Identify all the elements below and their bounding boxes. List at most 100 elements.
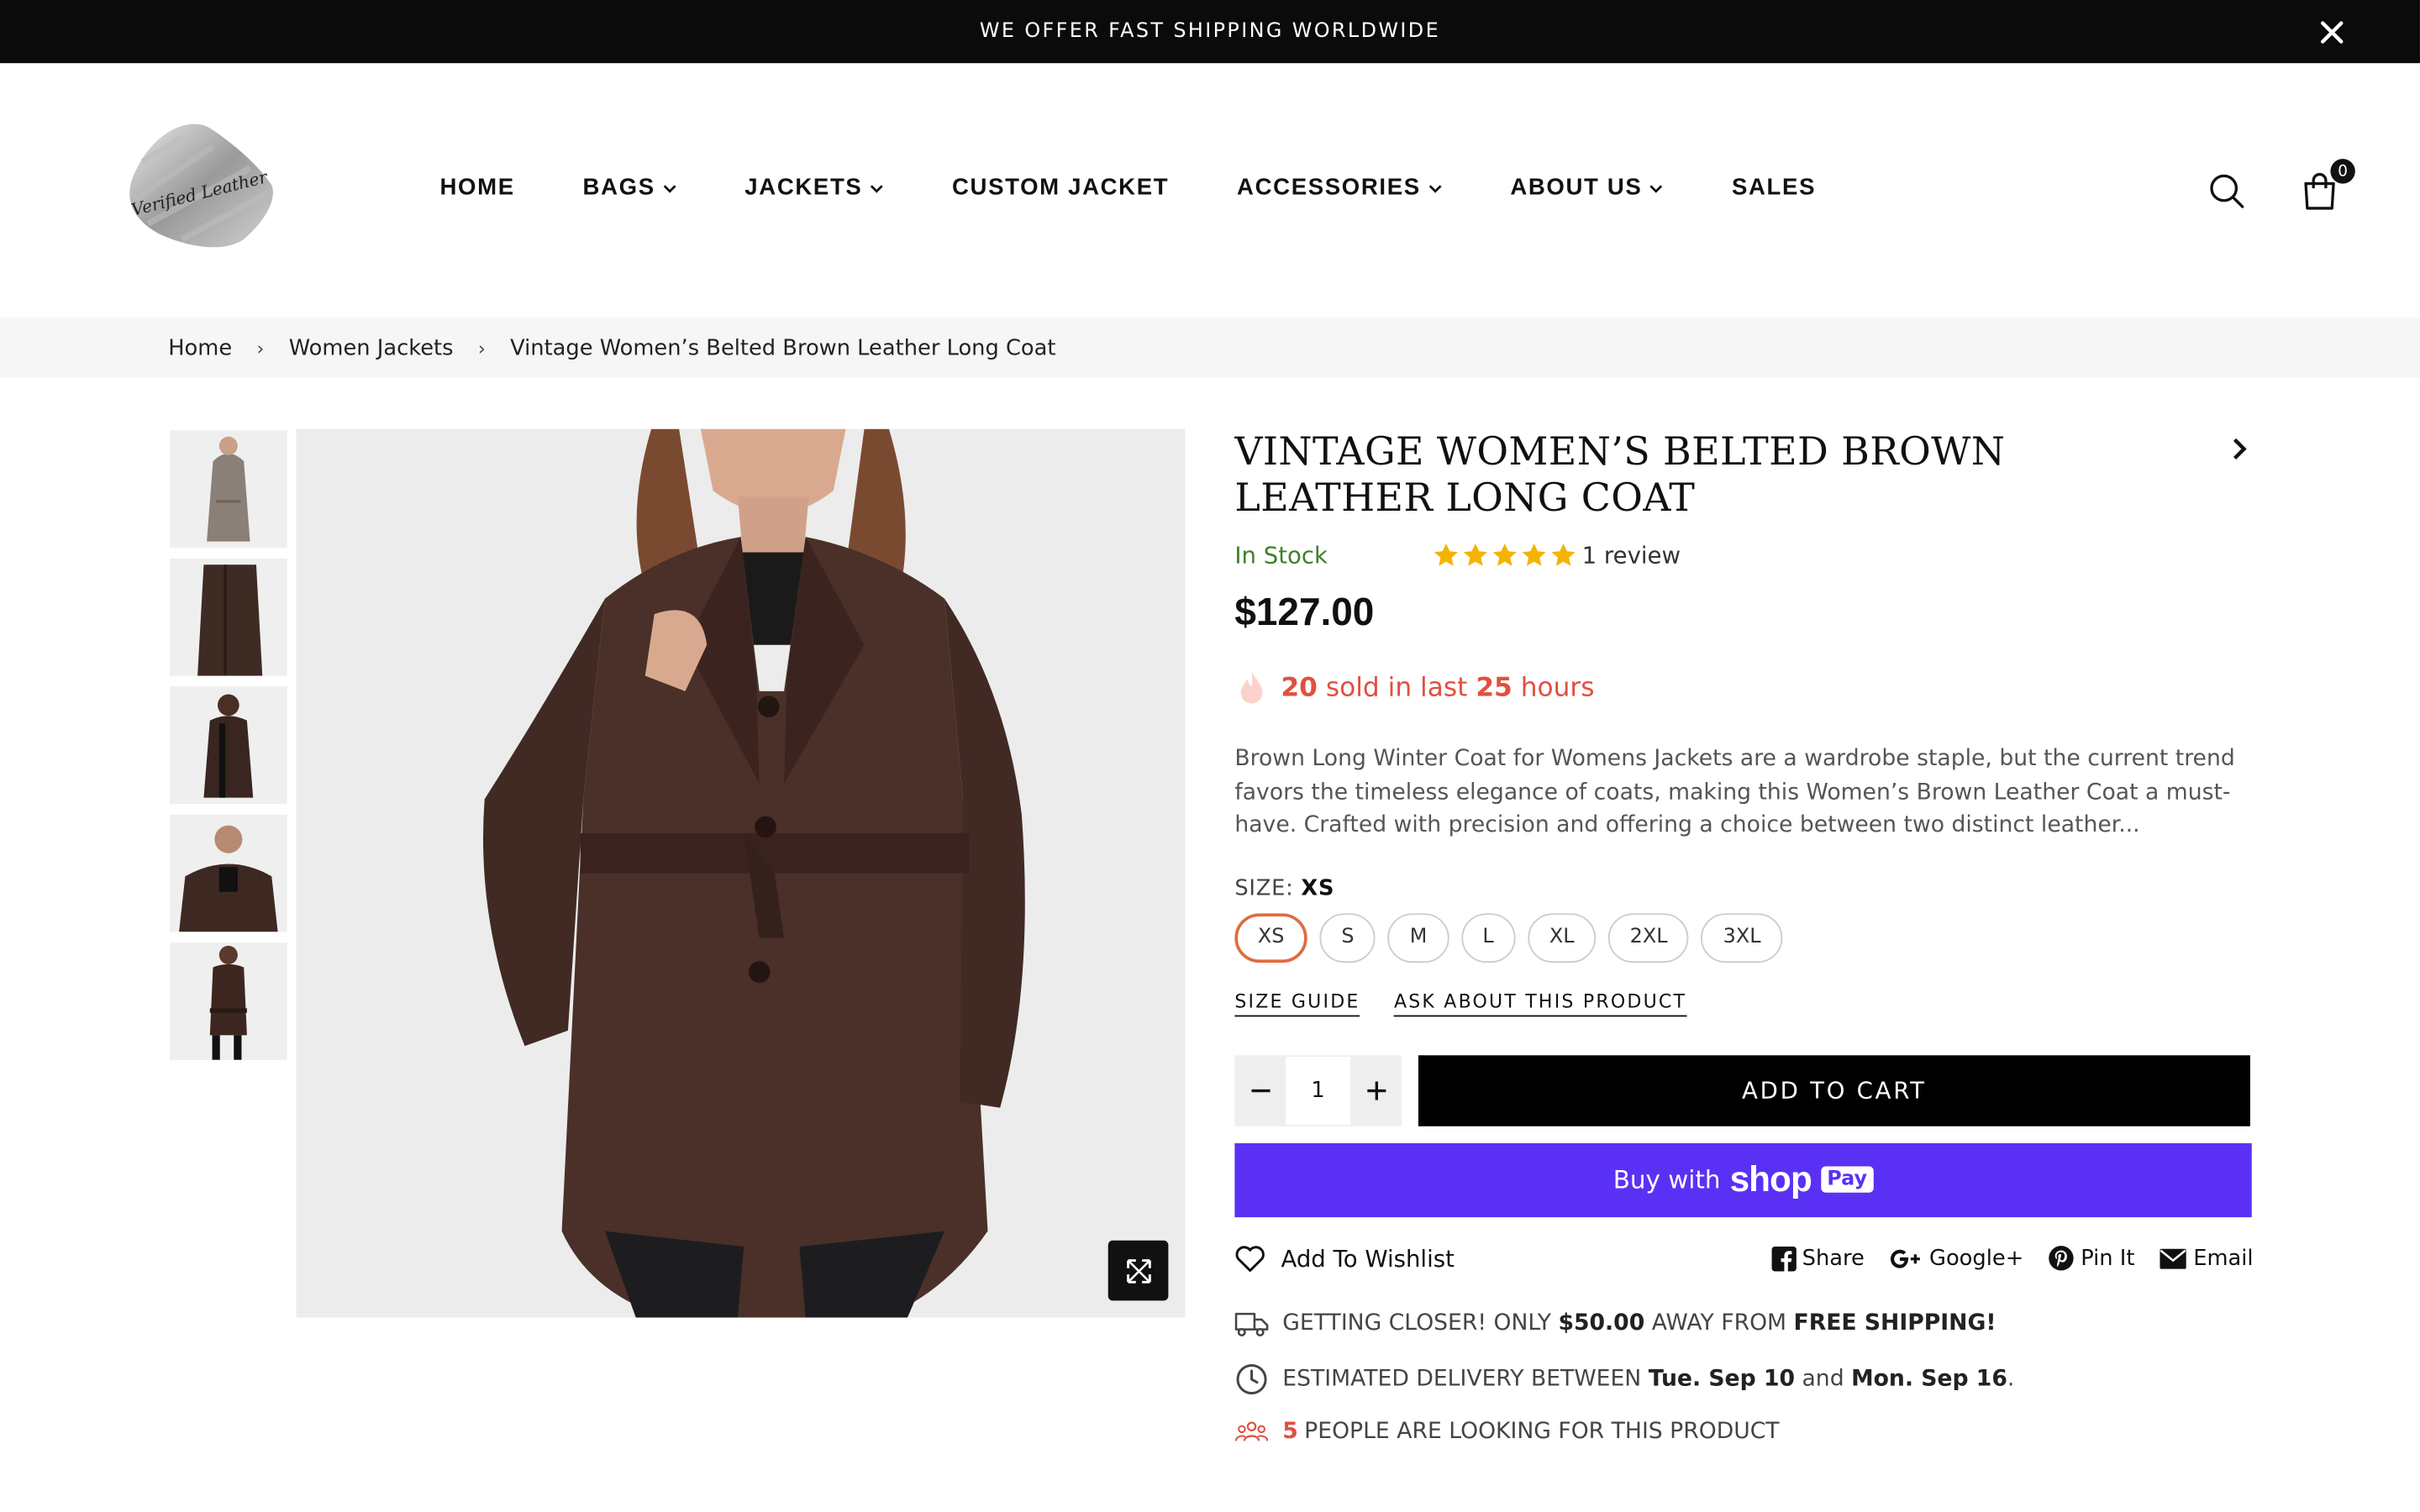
- delivery-from: Tue. Sep 10: [1648, 1366, 1796, 1391]
- shop-pay-badge: Pay: [1820, 1166, 1874, 1193]
- ask-about-product-link[interactable]: ASK ABOUT THIS PRODUCT: [1393, 990, 1687, 1016]
- product-price: $127.00: [1234, 591, 1375, 634]
- breadcrumb: Home › Women Jackets › Vintage Women’s B…: [0, 318, 2420, 378]
- free-shipping-notice: GETTING CLOSER! ONLY $50.00 AWAY FROM FR…: [1234, 1306, 2253, 1340]
- clock-icon: [1236, 1363, 1267, 1394]
- buy-row: 1 ADD TO CART: [1234, 1054, 2253, 1126]
- breadcrumb-separator: ›: [256, 337, 265, 360]
- facebook-icon: [1770, 1246, 1797, 1271]
- email-icon: [2160, 1247, 2186, 1268]
- shop-pay-button[interactable]: Buy with shop Pay: [1234, 1142, 2252, 1217]
- product-links: SIZE GUIDE ASK ABOUT THIS PRODUCT: [1234, 990, 2253, 1016]
- truck-icon: [1234, 1311, 1269, 1336]
- chevron-down-icon: [1649, 184, 1663, 192]
- product-info: VINTAGE WOMEN’S BELTED BROWN LEATHER LON…: [1234, 428, 2254, 1448]
- header-actions: 0: [2207, 159, 2355, 212]
- announcement-text: WE OFFER FAST SHIPPING WORLDWIDE: [979, 19, 1441, 44]
- size-label: SIZE: XS: [1234, 875, 1335, 900]
- stock-rating-row: In Stock 1 review: [1234, 542, 2253, 570]
- close-icon[interactable]: [2318, 18, 2346, 46]
- sold-count: 20: [1281, 672, 1318, 704]
- chevron-down-icon: [870, 184, 883, 192]
- shipping-amount: $50.00: [1558, 1310, 1645, 1336]
- nav-bags[interactable]: BAGS: [583, 175, 677, 201]
- nav-jackets[interactable]: JACKETS: [744, 175, 884, 201]
- google-plus-icon: [1891, 1248, 1920, 1268]
- social-row: Add To Wishlist Share Google+ Pin It Ema…: [1234, 1244, 2254, 1272]
- size-option-3xl[interactable]: 3XL: [1701, 912, 1783, 963]
- site-logo[interactable]: Verified Leather: [120, 116, 281, 255]
- free-shipping-label: FREE SHIPPING!: [1793, 1310, 1996, 1336]
- search-icon[interactable]: [2207, 171, 2247, 212]
- wishlist-label: Add To Wishlist: [1281, 1244, 1455, 1273]
- quantity-stepper: 1: [1234, 1054, 1402, 1126]
- delivery-estimate: ESTIMATED DELIVERY BETWEEN Tue. Sep 10 a…: [1234, 1362, 2253, 1395]
- viewers-notice: 5 PEOPLE ARE LOOKING FOR THIS PRODUCT: [1234, 1414, 2253, 1447]
- breadcrumb-separator: ›: [477, 337, 486, 360]
- add-to-cart-button[interactable]: ADD TO CART: [1418, 1054, 2250, 1126]
- size-option-l[interactable]: L: [1460, 912, 1516, 963]
- star-rating[interactable]: [1432, 542, 1577, 570]
- product-title: VINTAGE WOMEN’S BELTED BROWN LEATHER LON…: [1234, 428, 2006, 520]
- nav-home[interactable]: HOME: [439, 175, 514, 201]
- breadcrumb-home[interactable]: Home: [168, 335, 232, 360]
- nav-about-us[interactable]: ABOUT US: [1510, 175, 1664, 201]
- main-nav: HOME BAGS JACKETS CUSTOM JACKET ACCESSOR…: [439, 175, 1883, 201]
- breadcrumb-women-jackets[interactable]: Women Jackets: [289, 335, 454, 360]
- thumbnail[interactable]: [170, 942, 287, 1060]
- shop-pay-buy-with: Buy with: [1612, 1164, 1721, 1194]
- people-icon: [1234, 1420, 1269, 1441]
- size-option-s[interactable]: S: [1319, 912, 1376, 963]
- share-pinterest[interactable]: Pin It: [2049, 1245, 2134, 1271]
- breadcrumb-current: Vintage Women’s Belted Brown Leather Lon…: [510, 335, 1056, 360]
- chevron-right-icon[interactable]: [2226, 435, 2254, 463]
- size-option-2xl[interactable]: 2XL: [1607, 912, 1690, 963]
- nav-sales[interactable]: SALES: [1732, 175, 1816, 201]
- product-description: Brown Long Winter Coat for Womens Jacket…: [1234, 746, 2235, 838]
- flame-icon: [1240, 670, 1263, 704]
- share-links: Share Google+ Pin It Email: [1770, 1245, 2254, 1271]
- heart-icon: [1235, 1245, 1265, 1272]
- stock-status: In Stock: [1234, 541, 1328, 570]
- star-icon: [1522, 543, 1546, 566]
- chevron-down-icon: [662, 184, 676, 192]
- site-header: Verified Leather HOME BAGS JACKETS CUSTO…: [0, 63, 2420, 318]
- plus-icon[interactable]: [1350, 1054, 1402, 1126]
- chevron-down-icon: [1428, 184, 1441, 192]
- announcement-bar: WE OFFER FAST SHIPPING WORLDWIDE: [0, 0, 2420, 64]
- size-options: XS S M L XL 2XL 3XL: [1234, 912, 2253, 963]
- product-page: WE OFFER FAST SHIPPING WORLDWIDE Verifie…: [0, 0, 2420, 1512]
- size-option-m[interactable]: M: [1387, 912, 1449, 963]
- sold-mid-text: sold in last: [1325, 672, 1468, 704]
- cart-icon[interactable]: 0: [2300, 159, 2355, 212]
- nav-accessories[interactable]: ACCESSORIES: [1237, 175, 1442, 201]
- sold-suffix: hours: [1520, 672, 1595, 704]
- star-icon: [1463, 543, 1487, 566]
- star-icon: [1434, 543, 1459, 566]
- pinterest-icon: [2049, 1246, 2074, 1271]
- quantity-input[interactable]: 1: [1285, 1054, 1351, 1126]
- star-icon: [1551, 543, 1576, 566]
- size-option-xl[interactable]: XL: [1528, 912, 1597, 963]
- thumbnail-list: [170, 430, 287, 1070]
- share-facebook[interactable]: Share: [1770, 1246, 1865, 1271]
- size-guide-link[interactable]: SIZE GUIDE: [1234, 990, 1360, 1016]
- selected-size: XS: [1301, 875, 1335, 900]
- thumbnail[interactable]: [170, 814, 287, 932]
- thumbnail[interactable]: [170, 430, 287, 549]
- thumbnail[interactable]: [170, 558, 287, 676]
- nav-custom-jacket[interactable]: CUSTOM JACKET: [952, 175, 1169, 201]
- main-product-image[interactable]: [296, 428, 1186, 1318]
- delivery-to: Mon. Sep 16: [1851, 1366, 2007, 1391]
- minus-icon[interactable]: [1234, 1054, 1286, 1126]
- star-icon: [1492, 543, 1517, 566]
- share-google-plus[interactable]: Google+: [1889, 1246, 2023, 1271]
- thumbnail[interactable]: [170, 686, 287, 804]
- sold-hours: 25: [1476, 672, 1512, 704]
- expand-icon[interactable]: [1107, 1240, 1169, 1301]
- add-to-wishlist-button[interactable]: Add To Wishlist: [1234, 1244, 1455, 1272]
- share-email[interactable]: Email: [2160, 1246, 2254, 1271]
- size-option-xs[interactable]: XS: [1234, 912, 1308, 963]
- review-link[interactable]: 1 review: [1582, 542, 1681, 570]
- viewers-count: 5: [1282, 1418, 1298, 1444]
